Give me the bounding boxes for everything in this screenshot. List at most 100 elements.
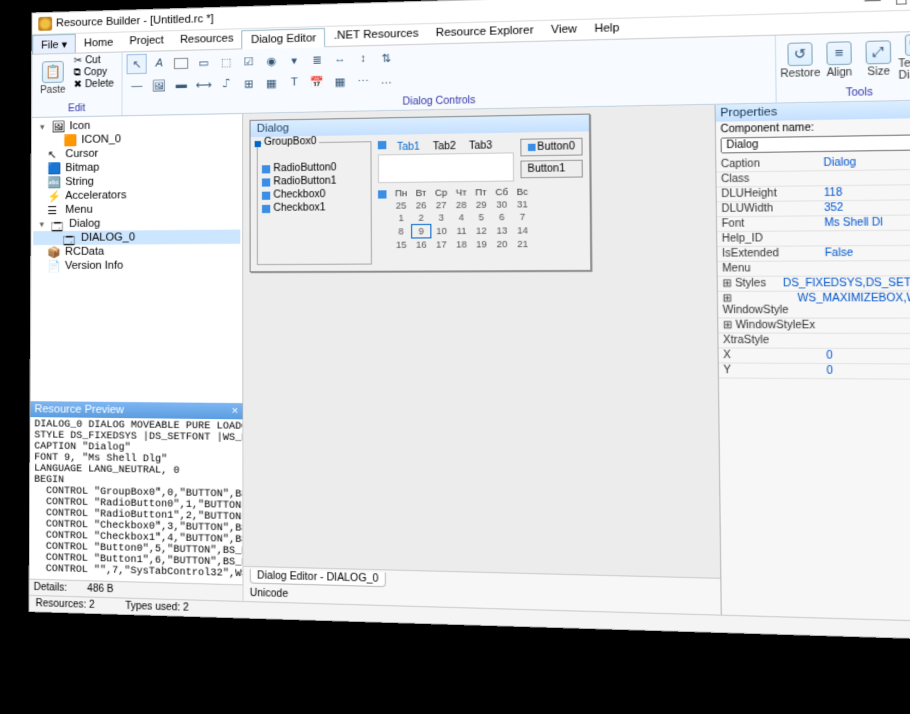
scrollbar-v-tool[interactable]: ↕: [353, 48, 374, 69]
scrollbar-h-tool[interactable]: ↔: [330, 49, 351, 70]
checkbox1[interactable]: Checkbox1: [262, 201, 367, 215]
delete-icon: ✖: [74, 79, 82, 90]
slider-tool[interactable]: ⟷: [194, 74, 214, 95]
prop-ws-v[interactable]: WS_MAXIMIZEBOX,WS_MINIMIZEBOX: [793, 291, 910, 317]
edit-tool[interactable]: [171, 53, 191, 74]
menu-net-resources[interactable]: .NET Resources: [325, 24, 427, 46]
encoding: Unicode: [250, 588, 288, 600]
design-canvas[interactable]: Dialog GroupBox0 RadioButton0 RadioButto…: [243, 105, 720, 578]
align-button[interactable]: ≡Align: [819, 36, 859, 84]
tab-tool[interactable]: ⑀: [216, 74, 236, 95]
preview-close[interactable]: ×: [232, 405, 239, 417]
menu-resource-explorer[interactable]: Resource Explorer: [427, 21, 542, 44]
resource-tree[interactable]: ▾🖼Icon 🟧ICON_0 ↖Cursor 🟦Bitmap 🔤String ⚡…: [31, 114, 243, 403]
button-tool[interactable]: ▭: [194, 52, 214, 73]
prop-styles-v[interactable]: DS_FIXEDSYS,DS_SETFONT: [778, 276, 910, 290]
tree-tool[interactable]: ⊞: [238, 73, 259, 94]
ip-tool[interactable]: ⋯: [353, 71, 374, 92]
groupbox-label: GroupBox0: [262, 136, 319, 148]
prop-ext-v[interactable]: False: [820, 246, 910, 261]
listbox-tool[interactable]: ≣: [307, 49, 328, 70]
tab-control[interactable]: Tab1 Tab2 Tab3: [378, 139, 513, 155]
menu-home[interactable]: Home: [76, 33, 121, 53]
restore-button[interactable]: ↺Restore: [780, 37, 820, 85]
groupbox-control[interactable]: GroupBox0 RadioButton0 RadioButton1 Chec…: [257, 141, 372, 265]
picture-tool[interactable]: 🖼: [149, 75, 169, 95]
window-title: Resource Builder - [Untitled.rc *]: [56, 12, 214, 28]
tree-item-dialog[interactable]: Dialog: [69, 218, 100, 230]
spin-tool[interactable]: ⇅: [376, 47, 397, 68]
prop-class-v[interactable]: [819, 170, 910, 186]
pointer-tool[interactable]: ↖: [127, 54, 147, 74]
label-tool[interactable]: A: [149, 53, 169, 73]
dialog-folder-icon: 🗔: [51, 218, 65, 230]
radio0[interactable]: RadioButton0: [262, 161, 366, 176]
menu-resources[interactable]: Resources: [172, 29, 242, 50]
radio-tool[interactable]: ◉: [261, 50, 282, 71]
progress-tool[interactable]: ▬: [171, 75, 191, 96]
calendar-control[interactable]: ПнВтСрЧтПтСбВс 25262728293031 1234567 89…: [391, 185, 534, 251]
prop-xs-k: XtraStyle: [718, 334, 821, 348]
menu-view[interactable]: View: [542, 20, 585, 41]
prop-styles-k: Styles: [735, 278, 766, 290]
tree-item-rcdata[interactable]: 📦RCData: [33, 244, 240, 259]
prop-height-k: DLUHeight: [717, 186, 820, 201]
prop-help-v[interactable]: [820, 230, 910, 245]
test-dialog-button[interactable]: 🔍Test Dialog: [898, 34, 910, 82]
prop-height-v[interactable]: 118: [819, 185, 910, 200]
tree-item-dialog0[interactable]: 🗔DIALOG_0: [33, 230, 240, 246]
app-window: Resource Builder - [Untitled.rc *] — ◻ ✕…: [29, 0, 910, 640]
richedit-tool[interactable]: T: [284, 72, 305, 93]
tree-item-icon[interactable]: Icon: [69, 120, 90, 132]
prop-help-k: Help_ID: [717, 231, 820, 246]
tree-item-version[interactable]: 📄Version Info: [33, 258, 240, 273]
dialog-preview[interactable]: Dialog GroupBox0 RadioButton0 RadioButto…: [250, 114, 592, 273]
prop-y-k: Y: [719, 363, 822, 378]
checkbox-tool[interactable]: ☑: [238, 51, 259, 72]
prop-font-v[interactable]: Ms Shell Dl: [820, 215, 910, 230]
radio1[interactable]: RadioButton1: [262, 174, 366, 189]
prop-y-v[interactable]: 0: [822, 364, 910, 379]
prop-width-v[interactable]: 352: [819, 200, 910, 215]
prop-menu-v[interactable]: [820, 261, 910, 276]
datetime-tool[interactable]: 📅: [307, 72, 328, 93]
details-value: 486 B: [87, 583, 113, 595]
menu-project[interactable]: Project: [121, 31, 172, 51]
calendar-tool[interactable]: ▦: [330, 71, 351, 92]
size-button[interactable]: ⤢Size: [858, 35, 898, 83]
status-resources: Resources: 2: [36, 598, 95, 611]
prop-x-k: X: [719, 349, 822, 363]
maximize-button[interactable]: ◻: [894, 0, 908, 8]
custom-tool[interactable]: …: [376, 70, 397, 91]
prop-x-v[interactable]: 0: [822, 349, 910, 364]
button0[interactable]: Button0: [520, 138, 583, 157]
editor-tab[interactable]: Dialog Editor - DIALOG_0: [250, 569, 386, 587]
static-tool[interactable]: —: [127, 76, 147, 96]
paste-button[interactable]: 📋Paste: [36, 56, 70, 100]
details-label: Details:: [34, 582, 67, 594]
menu-help[interactable]: Help: [586, 19, 629, 40]
ribbon-tools-label: Tools: [781, 83, 910, 100]
menu-dialog-editor[interactable]: Dialog Editor: [242, 28, 326, 49]
folder-icon: 🖼: [52, 120, 66, 132]
prop-caption-v[interactable]: Dialog: [819, 155, 910, 171]
combobox-tool[interactable]: ▾: [284, 50, 305, 71]
menu-file[interactable]: File ▾: [32, 34, 76, 54]
preview-text[interactable]: DIALOG_0 DIALOG MOVEABLE PURE LOADONCALL…: [30, 417, 243, 584]
prop-font-k: Font: [717, 216, 820, 231]
cut-icon: ✂: [74, 55, 82, 66]
prop-width-k: DLUWidth: [717, 201, 820, 216]
checkbox0[interactable]: Checkbox0: [262, 187, 366, 201]
prop-wse-k: WindowStyleEx: [735, 320, 815, 332]
cut-button[interactable]: ✂Cut: [74, 55, 114, 67]
groupbox-tool[interactable]: ⬚: [216, 52, 236, 73]
copy-button[interactable]: ⧉Copy: [74, 67, 114, 79]
component-name-select[interactable]: Dialog: [721, 134, 910, 153]
minimize-button[interactable]: —: [864, 0, 880, 9]
prop-wse-v[interactable]: [821, 319, 910, 333]
prop-menu-k: Menu: [718, 262, 821, 276]
delete-button[interactable]: ✖Delete: [74, 79, 114, 91]
listview-tool[interactable]: ▦: [261, 73, 282, 94]
button1[interactable]: Button1: [520, 160, 583, 179]
prop-xs-v[interactable]: [821, 334, 910, 348]
